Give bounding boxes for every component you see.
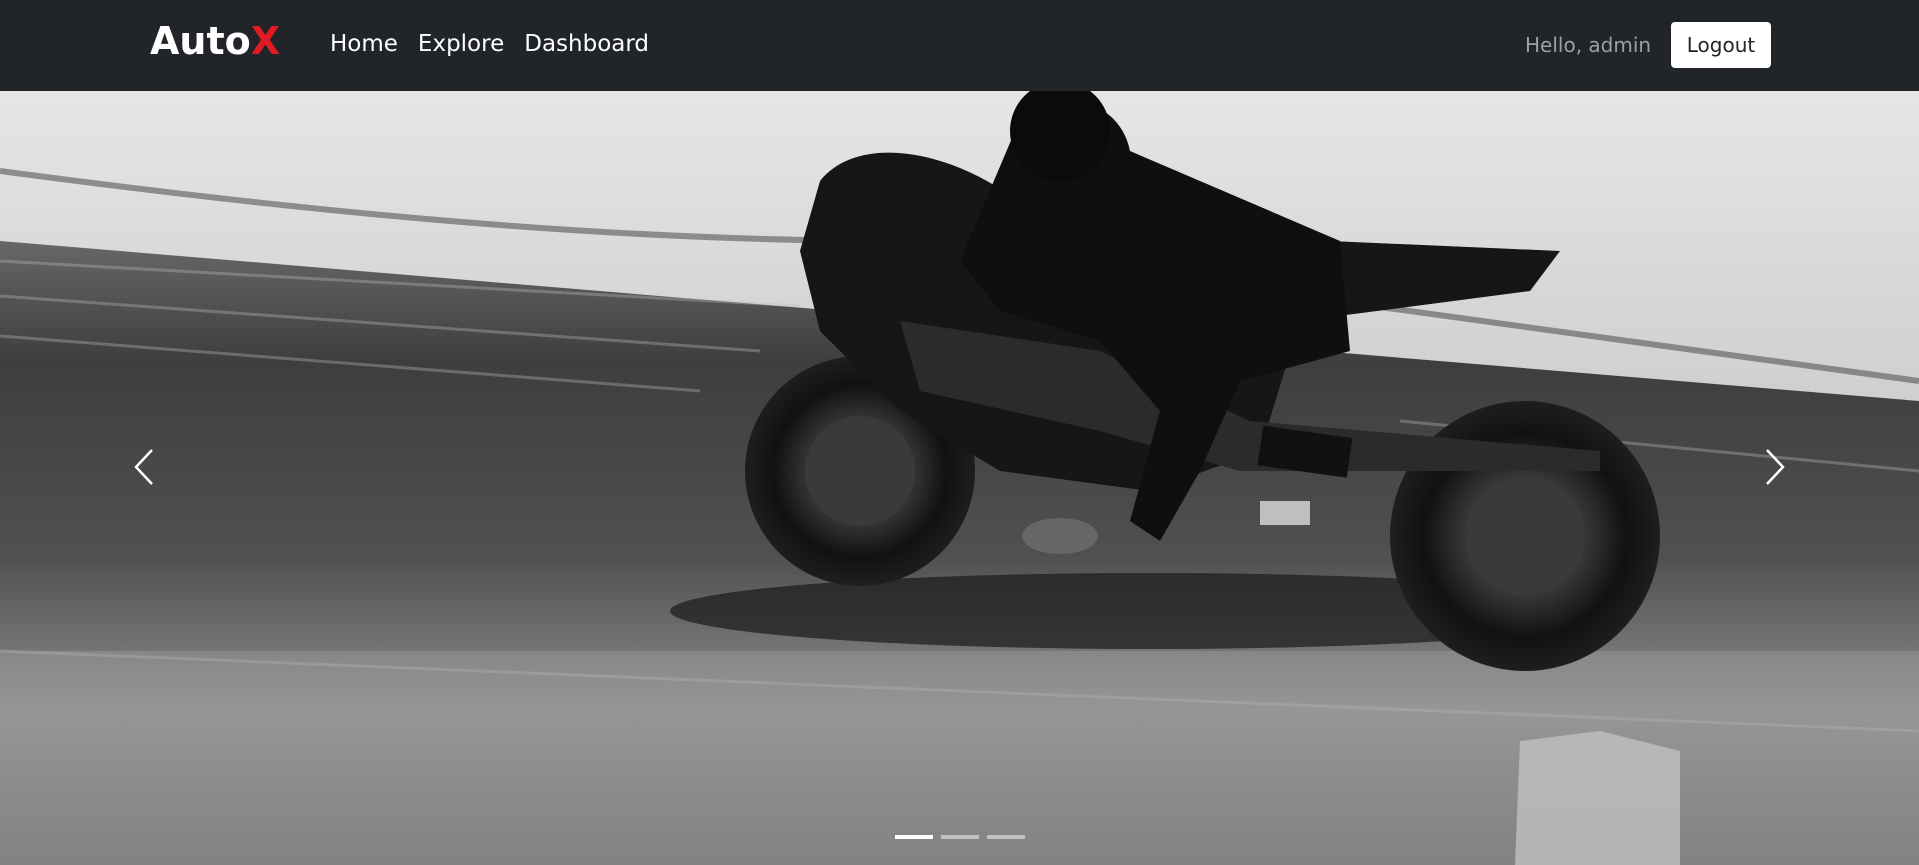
carousel-slide-image [0,91,1919,865]
carousel-prev-button[interactable] [114,437,174,497]
brand-accent: X [250,19,281,63]
brand-logo[interactable]: AutoX [150,18,280,64]
top-navbar: AutoX Home Explore Dashboard Hello, admi… [0,0,1919,91]
hero-carousel [0,91,1919,865]
brand-text: Auto [150,19,251,63]
carousel-indicator-2[interactable] [940,835,979,839]
logout-button[interactable]: Logout [1671,22,1771,68]
nav-link-explore[interactable]: Explore [418,28,504,60]
chevron-right-icon [1766,449,1785,485]
nav-links: Home Explore Dashboard [330,28,649,60]
carousel-indicators [0,835,1919,839]
carousel-next-button[interactable] [1745,437,1805,497]
nav-link-dashboard[interactable]: Dashboard [524,28,649,60]
chevron-left-icon [134,449,153,485]
carousel-indicator-3[interactable] [986,835,1025,839]
nav-link-home[interactable]: Home [330,28,398,60]
carousel-indicator-1[interactable] [894,835,933,839]
user-greeting: Hello, admin [1525,33,1652,57]
